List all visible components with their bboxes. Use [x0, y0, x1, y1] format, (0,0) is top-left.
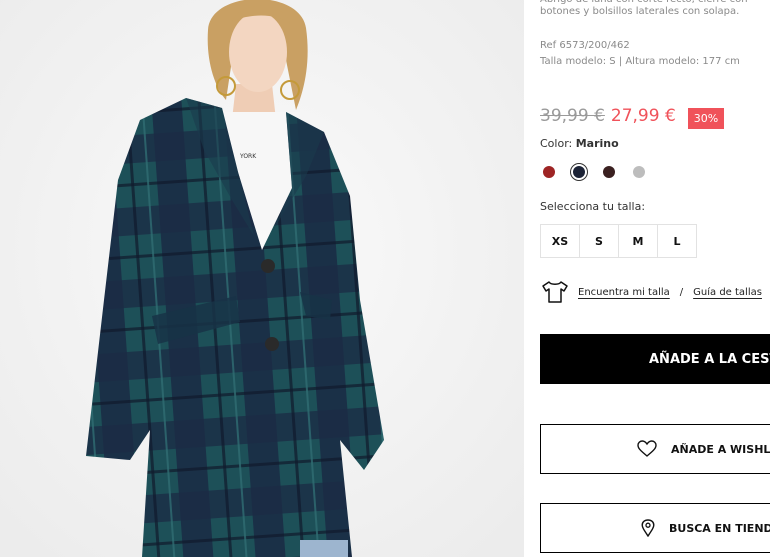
svg-text:YORK: YORK [239, 153, 257, 160]
size-option-s[interactable]: S [579, 224, 619, 258]
tshirt-icon [542, 281, 568, 303]
old-price: 39,99 € [540, 106, 605, 126]
product-photo: YORK [0, 0, 524, 557]
size-label: Selecciona tu talla: [540, 200, 646, 213]
selected-color-name: Marino [575, 137, 619, 150]
sale-price: 27,99 € [610, 106, 676, 126]
heart-icon [637, 440, 657, 457]
model-info: Talla modelo: S | Altura modelo: 177 cm [540, 56, 740, 67]
color-swatch-navy[interactable] [570, 163, 588, 181]
color-swatch-grey[interactable] [630, 163, 648, 181]
find-in-store-label: BUSCA EN TIENDA [669, 521, 770, 535]
size-option-xs[interactable]: XS [540, 224, 580, 258]
size-help-row: Encuentra mi talla / Guía de tallas [540, 280, 762, 304]
product-reference: Ref 6573/200/462 Talla modelo: S | Altur… [540, 38, 740, 70]
add-to-wishlist-label: AÑADE A WISHLIST [671, 442, 770, 456]
color-label: Color: [540, 137, 573, 150]
reference-number: Ref 6573/200/462 [540, 40, 630, 51]
color-label-row: Color: Marino [540, 137, 619, 150]
find-in-store-button[interactable]: BUSCA EN TIENDA [540, 503, 770, 553]
size-guide-link[interactable]: Guía de tallas [693, 287, 762, 298]
color-swatch-burgundy[interactable] [600, 163, 618, 181]
size-selector: XS S M L [540, 224, 697, 258]
add-to-wishlist-button[interactable]: AÑADE A WISHLIST [540, 424, 770, 474]
product-details-panel: Abrigo de lana con corte recto, cierre c… [524, 0, 770, 557]
size-option-m[interactable]: M [618, 224, 658, 258]
product-description: Abrigo de lana con corte recto, cierre c… [540, 0, 748, 17]
location-pin-icon [641, 519, 655, 537]
color-swatch-red[interactable] [540, 163, 558, 181]
size-option-l[interactable]: L [657, 224, 697, 258]
color-swatches [540, 163, 660, 181]
find-my-size-link[interactable]: Encuentra mi talla [578, 287, 670, 298]
add-to-cart-label: AÑADE A LA CESTA [649, 351, 770, 367]
link-separator: / [679, 286, 684, 298]
price-block: 39,99 € 27,99 € 30% [540, 102, 725, 130]
add-to-cart-button[interactable]: AÑADE A LA CESTA [540, 334, 770, 384]
discount-badge: 30% [687, 107, 725, 129]
